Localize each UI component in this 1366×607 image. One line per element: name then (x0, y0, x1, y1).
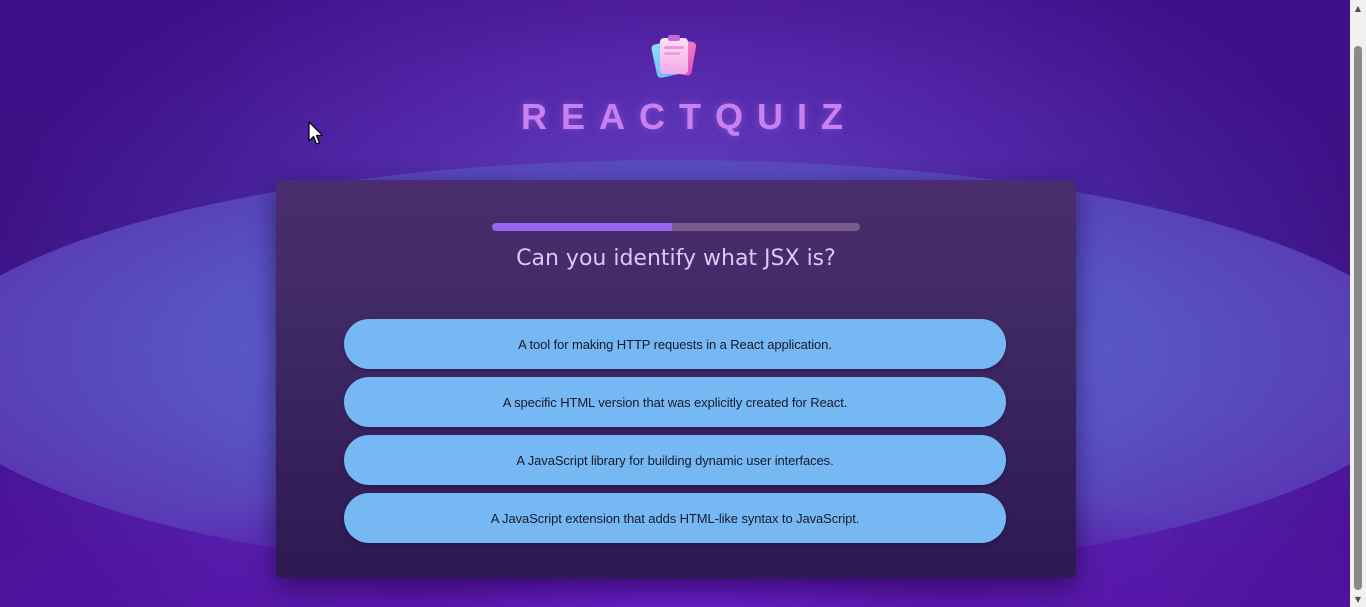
progress-bar (492, 223, 860, 231)
answer-list: A tool for making HTTP requests in a Rea… (344, 319, 1006, 551)
mouse-cursor-icon (308, 121, 324, 145)
answer-option-1[interactable]: A tool for making HTTP requests in a Rea… (344, 319, 1006, 369)
scroll-down-icon[interactable]: ▼ (1350, 591, 1366, 607)
quiz-card: Can you identify what JSX is? A tool for… (276, 180, 1076, 578)
answer-option-2[interactable]: A specific HTML version that was explici… (344, 377, 1006, 427)
answer-option-4[interactable]: A JavaScript extension that adds HTML-li… (344, 493, 1006, 543)
app-title: REACTQUIZ (521, 96, 857, 137)
answer-option-3[interactable]: A JavaScript library for building dynami… (344, 435, 1006, 485)
vertical-scrollbar[interactable]: ▲ ▼ (1350, 0, 1366, 607)
progress-fill (492, 223, 673, 231)
scrollbar-thumb[interactable] (1354, 46, 1362, 590)
page-background: REACTQUIZ Can you identify what JSX is? … (0, 0, 1350, 607)
quiz-cards-logo-icon (651, 35, 697, 78)
question-text: Can you identify what JSX is? (516, 246, 836, 271)
scroll-up-icon[interactable]: ▲ (1350, 0, 1366, 16)
